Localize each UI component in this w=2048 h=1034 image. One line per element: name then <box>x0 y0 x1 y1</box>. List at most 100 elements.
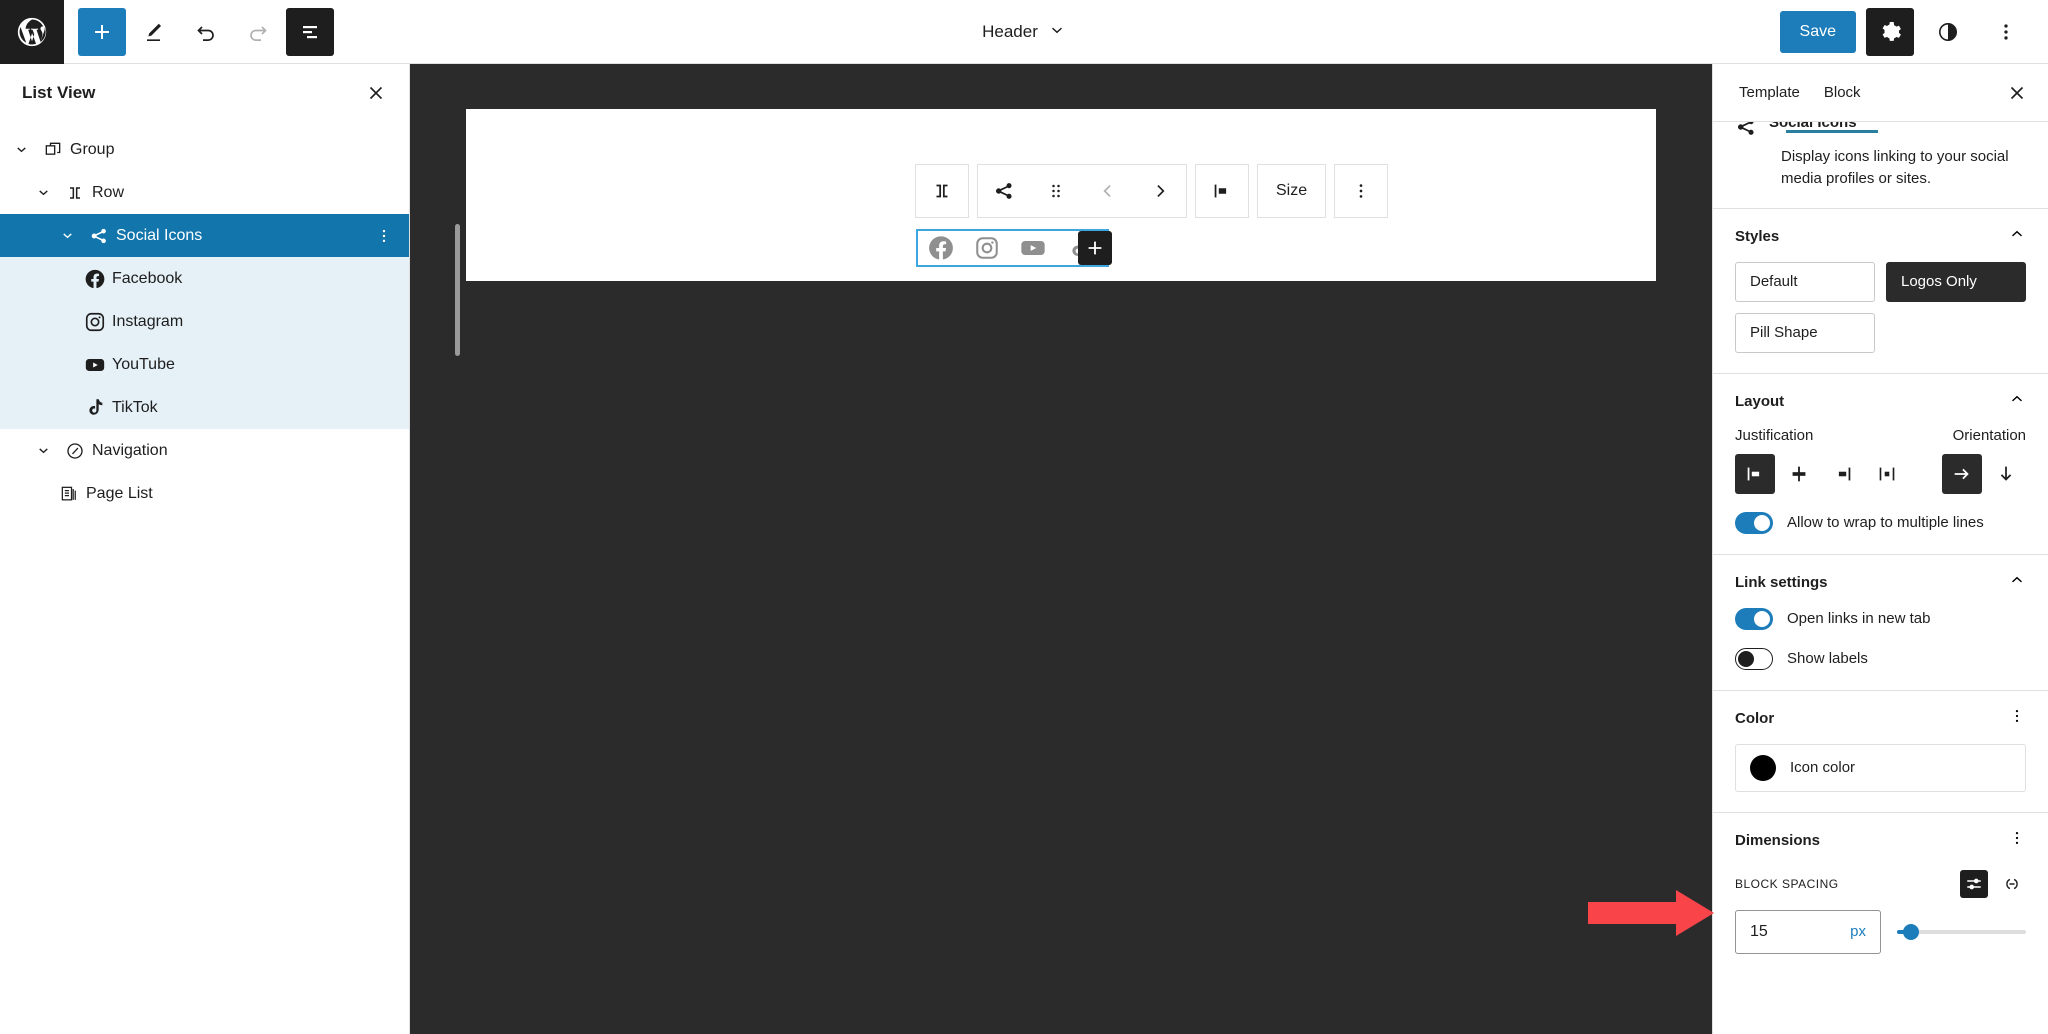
open-links-new-tab-toggle[interactable] <box>1735 607 1773 630</box>
wordpress-logo-icon[interactable] <box>0 0 64 64</box>
justify-space-between-icon[interactable] <box>1867 454 1907 494</box>
active-tab-underline <box>1786 130 1878 133</box>
more-vertical-icon[interactable] <box>1982 8 2030 56</box>
editor-canvas[interactable]: Size <box>410 64 1712 1034</box>
tab-template[interactable]: Template <box>1727 64 1812 121</box>
tree-item-page-list[interactable]: Page List <box>0 472 409 515</box>
row-icon[interactable] <box>916 165 968 217</box>
justification-options <box>1735 453 1907 494</box>
undo-button[interactable] <box>182 8 230 56</box>
editor-tools <box>64 7 334 56</box>
link-settings-header[interactable]: Link settings <box>1735 571 2026 594</box>
more-vertical-icon[interactable] <box>375 227 393 245</box>
tree-item-instagram[interactable]: Instagram <box>0 300 409 343</box>
link-settings-panel: Link settings Open links in new tab Show… <box>1713 555 2048 691</box>
close-icon[interactable] <box>365 82 387 104</box>
block-options-group <box>1334 164 1389 218</box>
block-tree: Group Row Social Icons Facebook Instagra… <box>0 122 409 515</box>
chevron-down-icon[interactable] <box>28 185 58 200</box>
tree-item-tiktok[interactable]: TikTok <box>0 386 409 429</box>
list-view-title: List View <box>22 83 96 102</box>
wrap-toggle[interactable] <box>1735 511 1773 534</box>
justification-label: Justification <box>1735 426 1814 444</box>
block-actions-group <box>977 164 1187 218</box>
tree-item-label: TikTok <box>112 398 158 416</box>
justify-center-icon[interactable] <box>1779 454 1819 494</box>
justify-right-icon[interactable] <box>1823 454 1863 494</box>
block-spacing-unit[interactable]: px <box>1850 923 1866 940</box>
block-inspector-sidebar: Template Block Social Icons Display icon… <box>1712 64 2048 1034</box>
show-labels-toggle[interactable] <box>1735 647 1773 670</box>
add-block-button[interactable] <box>78 7 126 56</box>
block-spacing-controls: 15 px <box>1735 909 2026 954</box>
tree-item-row[interactable]: Row <box>0 171 409 214</box>
drag-handle-icon[interactable] <box>1030 165 1082 217</box>
document-title-label: Header <box>982 22 1038 41</box>
chevron-right-icon[interactable] <box>1134 165 1186 217</box>
more-vertical-icon[interactable] <box>2008 707 2026 730</box>
styles-panel-title: Styles <box>1735 227 1780 245</box>
size-button[interactable]: Size <box>1258 165 1325 217</box>
align-left-icon[interactable] <box>1196 165 1248 217</box>
top-toolbar: Header Save <box>0 0 2048 64</box>
share-icon[interactable] <box>978 165 1030 217</box>
tree-item-navigation[interactable]: Navigation <box>0 429 409 472</box>
more-vertical-icon[interactable] <box>2008 829 2026 852</box>
block-card-description: Display icons linking to your social med… <box>1781 148 2009 187</box>
save-button[interactable]: Save <box>1779 10 1856 53</box>
sliders-icon[interactable] <box>1960 869 1988 898</box>
wrap-toggle-label: Allow to wrap to multiple lines <box>1787 514 1984 531</box>
more-vertical-icon[interactable] <box>1335 165 1387 217</box>
row-icon <box>58 183 92 203</box>
redo-button[interactable] <box>234 8 282 56</box>
chevron-left-icon[interactable] <box>1082 165 1134 217</box>
add-social-icon-button[interactable] <box>1078 231 1112 265</box>
tree-item-social-icons[interactable]: Social Icons <box>0 214 409 257</box>
style-option-default[interactable]: Default <box>1735 261 1875 302</box>
youtube-icon[interactable] <box>1018 233 1048 263</box>
styles-panel: Styles Default Logos Only Pill Shape <box>1713 209 2048 374</box>
block-spacing-input[interactable]: 15 px <box>1735 909 1881 954</box>
tree-item-facebook[interactable]: Facebook <box>0 257 409 300</box>
icon-color-swatch[interactable] <box>1750 754 1776 781</box>
arrow-down-icon[interactable] <box>1986 454 2026 494</box>
chevron-down-icon[interactable] <box>6 142 36 157</box>
tree-item-youtube[interactable]: YouTube <box>0 343 409 386</box>
tree-item-label: Group <box>70 140 115 158</box>
instagram-icon <box>78 311 112 333</box>
arrow-right-icon[interactable] <box>1942 453 1982 494</box>
justify-left-icon[interactable] <box>1735 453 1775 494</box>
canvas-resize-handle-left[interactable] <box>455 224 460 356</box>
tab-block[interactable]: Block <box>1812 64 1873 121</box>
block-spacing-slider[interactable] <box>1897 923 2026 940</box>
chevron-up-icon[interactable] <box>2008 390 2026 413</box>
inspector-tabs: Template Block <box>1713 64 2048 122</box>
icon-color-row[interactable]: Icon color <box>1735 743 2026 792</box>
tree-item-label: Social Icons <box>116 226 203 244</box>
open-new-tab-row: Open links in new tab <box>1735 607 2026 630</box>
wrap-toggle-row: Allow to wrap to multiple lines <box>1735 511 2026 534</box>
chevron-down-icon[interactable] <box>52 228 82 243</box>
facebook-icon[interactable] <box>926 233 956 263</box>
gear-icon[interactable] <box>1866 7 1914 56</box>
block-spacing-label: BLOCK SPACING <box>1735 876 1839 891</box>
document-title-dropdown[interactable]: Header <box>970 13 1078 52</box>
chevron-up-icon[interactable] <box>2008 225 2026 248</box>
style-option-pill-shape[interactable]: Pill Shape <box>1735 312 1875 353</box>
list-view-button[interactable] <box>286 7 334 56</box>
styles-panel-header[interactable]: Styles <box>1735 225 2026 248</box>
edit-tool-button[interactable] <box>130 8 178 56</box>
chevron-down-icon <box>1048 21 1066 44</box>
share-icon <box>1735 122 1757 138</box>
contrast-icon[interactable] <box>1924 8 1972 56</box>
block-card: Social Icons Display icons linking to yo… <box>1713 122 2048 209</box>
link-sides-icon[interactable] <box>1998 870 2026 898</box>
chevron-up-icon[interactable] <box>2008 571 2026 594</box>
align-group <box>1195 164 1249 218</box>
style-option-logos-only[interactable]: Logos Only <box>1886 261 2026 302</box>
chevron-down-icon[interactable] <box>28 443 58 458</box>
layout-panel-header[interactable]: Layout <box>1735 390 2026 413</box>
instagram-icon[interactable] <box>972 233 1002 263</box>
tree-item-group[interactable]: Group <box>0 128 409 171</box>
close-icon[interactable] <box>2006 82 2034 104</box>
